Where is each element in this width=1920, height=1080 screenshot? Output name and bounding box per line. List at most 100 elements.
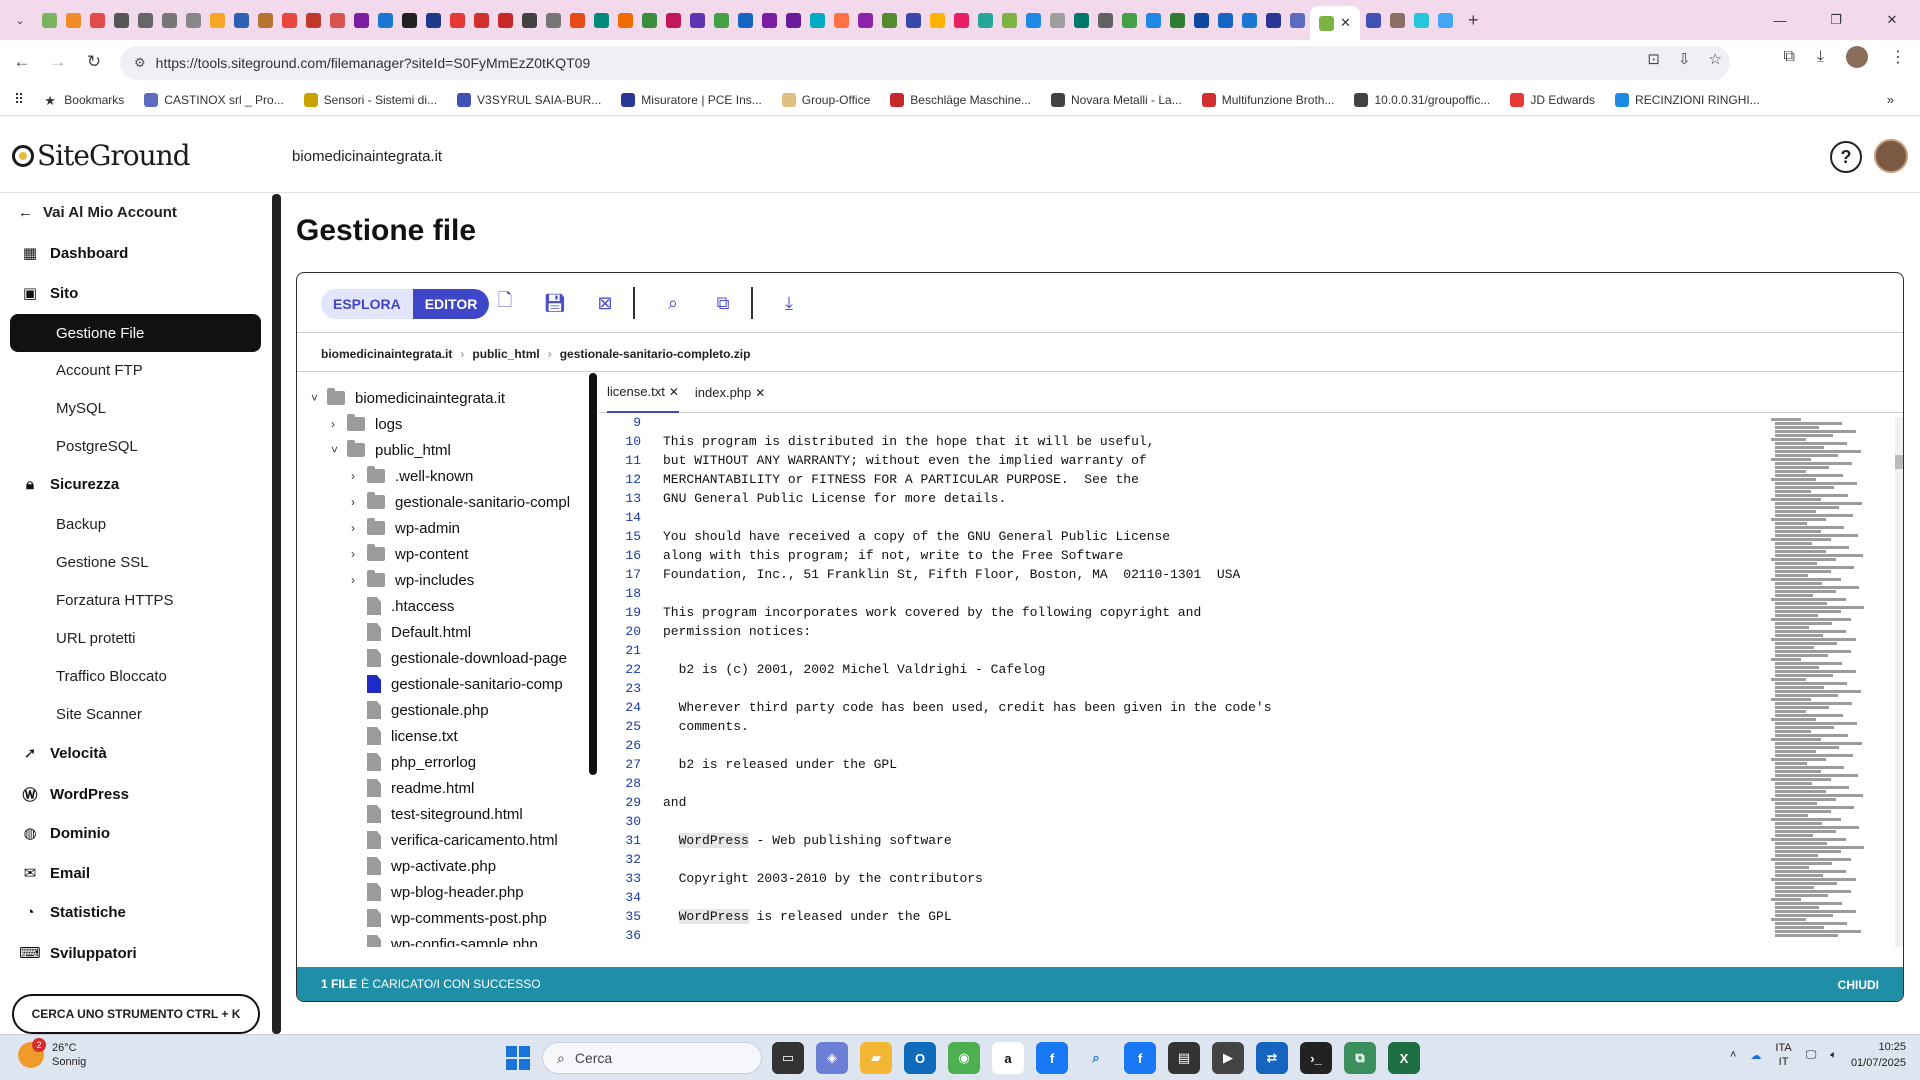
code-area[interactable]: 9 10 This program is distributed in the ho… [599,413,1769,943]
browser-tab[interactable] [278,5,300,35]
chevron-right-icon[interactable]: › [351,573,367,587]
extensions-icon[interactable]: ⧉ [1783,48,1794,66]
sidebar-item-account-ftp[interactable]: Account FTP [56,362,143,379]
translate-icon[interactable]: ⊡ [1647,50,1660,68]
tree-file[interactable]: license.txt [351,723,458,749]
browser-tab[interactable] [638,5,660,35]
site-selector[interactable]: biomedicinaintegrata.it [292,148,442,165]
sidebar-item-backup[interactable]: Backup [56,516,106,533]
new-tab-button[interactable]: + [1468,10,1479,31]
scroll-thumb[interactable] [1895,455,1903,469]
onedrive-icon[interactable]: ☁ [1750,1049,1761,1062]
search-tool-button[interactable]: CERCA UNO STRUMENTO CTRL + K [12,994,260,1034]
browser-tab[interactable] [1386,5,1408,35]
bookmark-item[interactable]: Group-Office [781,92,870,107]
site-info-icon[interactable]: ⚙ [134,55,146,71]
browser-tab[interactable] [1286,5,1308,35]
chevron-right-icon[interactable]: › [351,547,367,561]
tray-chevron-icon[interactable]: ˄ [1730,1049,1736,1061]
browser-tab[interactable] [662,5,684,35]
bookmark-item[interactable]: JD Edwards [1510,92,1595,107]
file-explorer-icon[interactable]: ▰ [860,1042,892,1074]
sidebar-item-gestione-ssl[interactable]: Gestione SSL [56,554,149,571]
task-view-icon[interactable]: ▭ [772,1042,804,1074]
browser-tab[interactable] [1238,5,1260,35]
sidebar-item-site-scanner[interactable]: Site Scanner [56,706,142,723]
browser-tab[interactable] [374,5,396,35]
tab-search-icon[interactable]: ⌄ [8,8,32,32]
chevron-down-icon[interactable]: ˅ [311,391,327,405]
forward-icon[interactable]: → [44,48,72,76]
siteground-logo[interactable]: SiteGround [12,139,191,172]
browser-tab[interactable] [158,5,180,35]
facebook-icon[interactable]: f [1036,1042,1068,1074]
tree-folder[interactable]: › .well-known [351,463,473,489]
browser-tab[interactable] [398,5,420,35]
chevron-right-icon[interactable]: › [351,521,367,535]
sidebar-item-forzatura-https[interactable]: Forzatura HTTPS [56,592,174,609]
tree-folder[interactable]: › wp-content [351,541,468,567]
search-app-icon[interactable]: ⌕ [1080,1042,1112,1074]
sidebar-item-mysql[interactable]: MySQL [56,400,106,417]
volume-icon[interactable]: 🔈︎ [1830,1049,1837,1062]
browser-tab[interactable] [1166,5,1188,35]
bookmark-item[interactable]: ★ Bookmarks [44,93,124,108]
tree-folder[interactable]: › wp-admin [351,515,460,541]
tree-file[interactable]: verifica-caricamento.html [351,827,558,853]
new-file-icon[interactable]: 🗋︎ [493,290,517,315]
browser-tab[interactable] [86,5,108,35]
browser-tab[interactable] [230,5,252,35]
tree-file[interactable]: gestionale-sanitario-comp [351,671,563,697]
download-icon[interactable]: ⤓ [777,291,801,315]
editor-button[interactable]: EDITOR [412,289,490,319]
install-icon[interactable]: ⇩ [1678,50,1691,68]
tree-file[interactable]: wp-comments-post.php [351,905,547,931]
bookmark-item[interactable]: Beschläge Maschine... [890,92,1031,107]
browser-tab-active[interactable]: ✕ [1310,6,1360,40]
sidebar-item-wordpress[interactable]: Ⓦ WordPress [20,784,128,805]
weather-widget[interactable]: 2 26°C Sonnig [18,1038,86,1069]
browser-tab[interactable] [134,5,156,35]
tree-folder[interactable]: › gestionale-sanitario-compl [351,489,570,515]
store-icon[interactable]: ▤ [1168,1042,1200,1074]
sidebar-item-sviluppatori[interactable]: ⌨ Sviluppatori [19,944,137,963]
browser-tab[interactable] [422,5,444,35]
browser-tab[interactable] [494,5,516,35]
profile-avatar[interactable] [1846,46,1868,68]
tree-folder[interactable]: › logs [331,411,403,437]
copy-icon[interactable]: ⧉ [711,291,735,315]
close-tab-icon[interactable]: ✕ [669,385,679,399]
tree-file[interactable]: wp-activate.php [351,853,496,879]
browser-tab[interactable] [686,5,708,35]
bookmark-item[interactable]: 10.0.0.31/groupoffic... [1354,92,1490,107]
chrome-icon[interactable]: ◉ [948,1042,980,1074]
back-icon[interactable]: ← [8,48,36,76]
reload-icon[interactable]: ↻ [80,48,108,76]
bookmark-item[interactable]: Novara Metalli - La... [1051,92,1182,107]
tree-file[interactable]: wp-blog-header.php [351,879,524,905]
bookmark-item[interactable]: Misuratore | PCE Ins... [621,92,762,107]
chevron-down-icon[interactable]: ˅ [331,443,347,457]
tab-index-php[interactable]: index.php ✕ [695,373,765,413]
sidebar-item-traffico-bloccato[interactable]: Traffico Bloccato [56,668,167,685]
browser-tab[interactable] [878,5,900,35]
clock[interactable]: 10:25 01/07/2025 [1851,1039,1906,1071]
browser-tab[interactable] [614,5,636,35]
sidebar-item-sicurezza[interactable]: 🔒︎ Sicurezza [20,476,119,493]
sidebar-item-postgresql[interactable]: PostgreSQL [56,438,138,455]
browser-tab[interactable] [110,5,132,35]
minimize-icon[interactable]: — [1752,0,1808,40]
search-icon[interactable]: ⌕ [661,291,685,315]
teamviewer-icon[interactable]: ⇄ [1256,1042,1288,1074]
browser-tab[interactable] [950,5,972,35]
excel-icon[interactable]: X [1388,1042,1420,1074]
bookmark-item[interactable]: RECINZIONI RINGHI... [1615,92,1760,107]
browser-tab[interactable] [302,5,324,35]
teams-icon[interactable]: ◈ [816,1042,848,1074]
save-icon[interactable]: 💾︎ [543,291,567,315]
browser-tab[interactable] [590,5,612,35]
start-button[interactable] [506,1046,530,1070]
facebook-app-icon[interactable]: f [1124,1042,1156,1074]
browser-tab[interactable] [62,5,84,35]
browser-tab[interactable] [974,5,996,35]
